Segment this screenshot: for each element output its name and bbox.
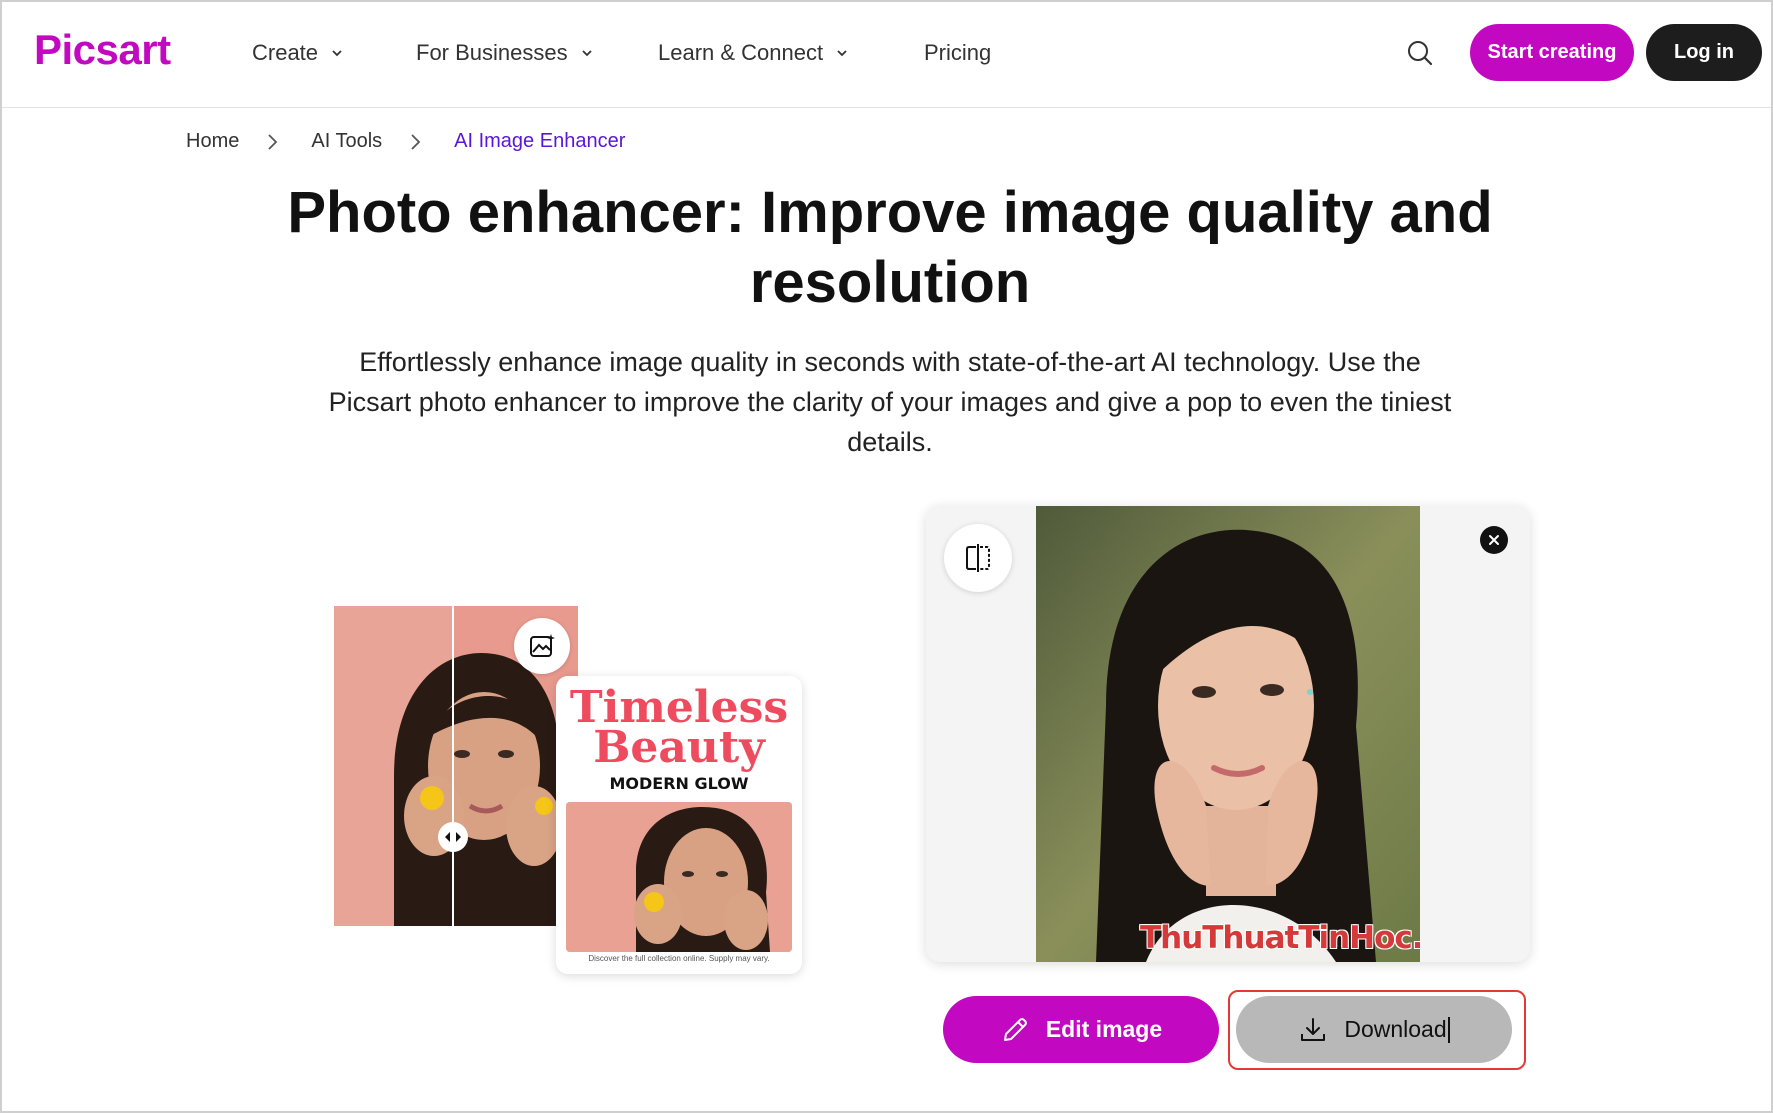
nav-for-businesses[interactable]: For Businesses bbox=[416, 40, 594, 66]
page-title-line-2: resolution bbox=[749, 250, 1031, 315]
edit-image-button[interactable]: Edit image bbox=[943, 996, 1219, 1063]
card-footer: Discover the full collection online. Sup… bbox=[588, 954, 770, 963]
image-sparkle-icon bbox=[530, 634, 555, 657]
card-title: Timeless Beauty bbox=[556, 686, 802, 770]
chevron-down-icon bbox=[581, 50, 592, 57]
download-icon bbox=[1301, 1017, 1326, 1041]
nav-pricing[interactable]: Pricing bbox=[924, 40, 991, 66]
chevron-right-icon bbox=[411, 133, 421, 150]
nav-for-businesses-label: For Businesses bbox=[416, 40, 568, 65]
enhanced-portrait bbox=[1036, 506, 1420, 962]
compare-toggle-button[interactable] bbox=[944, 524, 1012, 592]
card-portrait-illustration bbox=[566, 802, 792, 952]
nav-learn-connect[interactable]: Learn & Connect bbox=[658, 40, 849, 66]
card-subtitle: MODERN GLOW bbox=[609, 774, 749, 793]
chevron-right-icon bbox=[268, 133, 278, 150]
split-compare-icon bbox=[966, 544, 990, 572]
card-photo bbox=[566, 802, 792, 952]
top-navigation: Picsart Create For Businesses Learn & Co… bbox=[2, 2, 1771, 108]
nav-create[interactable]: Create bbox=[252, 40, 344, 66]
chevron-down-icon bbox=[332, 50, 342, 57]
start-creating-button[interactable]: Start creating bbox=[1470, 24, 1634, 81]
magazine-card-illustration: Timeless Beauty MODERN GLOW Discover the… bbox=[556, 676, 802, 974]
pencil-icon bbox=[1003, 1017, 1027, 1041]
download-button[interactable]: Download bbox=[1236, 996, 1512, 1063]
breadcrumb: Home AI Tools AI Image Enhancer bbox=[186, 130, 625, 153]
nav-pricing-label: Pricing bbox=[924, 40, 992, 65]
image-enhance-badge bbox=[514, 618, 570, 674]
page-title: Photo enhancer: Improve image quality an… bbox=[240, 178, 1540, 318]
nav-create-label: Create bbox=[252, 40, 319, 65]
breadcrumb-ai-tools[interactable]: AI Tools bbox=[311, 130, 382, 153]
picsart-logo[interactable]: Picsart bbox=[34, 26, 171, 74]
page-subtitle: Effortlessly enhance image quality in se… bbox=[270, 342, 1510, 462]
breadcrumb-home[interactable]: Home bbox=[186, 130, 239, 153]
chevron-down-icon bbox=[837, 50, 847, 57]
card-title-line-2: Beauty bbox=[593, 722, 765, 773]
subtitle-line-2: Picsart photo enhancer to improve the cl… bbox=[328, 387, 1452, 417]
nav-learn-connect-label: Learn & Connect bbox=[658, 40, 824, 65]
search-icon[interactable] bbox=[1406, 39, 1434, 67]
compare-divider bbox=[452, 606, 454, 926]
log-in-button[interactable]: Log in bbox=[1646, 24, 1762, 81]
subtitle-line-3: details. bbox=[847, 427, 933, 457]
close-icon bbox=[1489, 535, 1499, 545]
close-preview-button[interactable] bbox=[1480, 526, 1508, 554]
edit-image-label: Edit image bbox=[1045, 1016, 1163, 1042]
watermark-text: ThuThuatTinHoc.vn bbox=[1140, 920, 1420, 956]
text-cursor bbox=[1447, 1017, 1450, 1044]
compare-slider-handle[interactable] bbox=[438, 822, 468, 852]
page-title-line-1: Photo enhancer: Improve image quality an… bbox=[287, 180, 1493, 245]
breadcrumb-ai-image-enhancer[interactable]: AI Image Enhancer bbox=[454, 130, 625, 153]
subtitle-line-1: Effortlessly enhance image quality in se… bbox=[359, 347, 1421, 377]
download-label: Download bbox=[1344, 1015, 1447, 1042]
enhanced-photo: ThuThuatTinHoc.vn bbox=[1036, 506, 1420, 962]
arrows-horizontal-icon bbox=[445, 832, 461, 842]
